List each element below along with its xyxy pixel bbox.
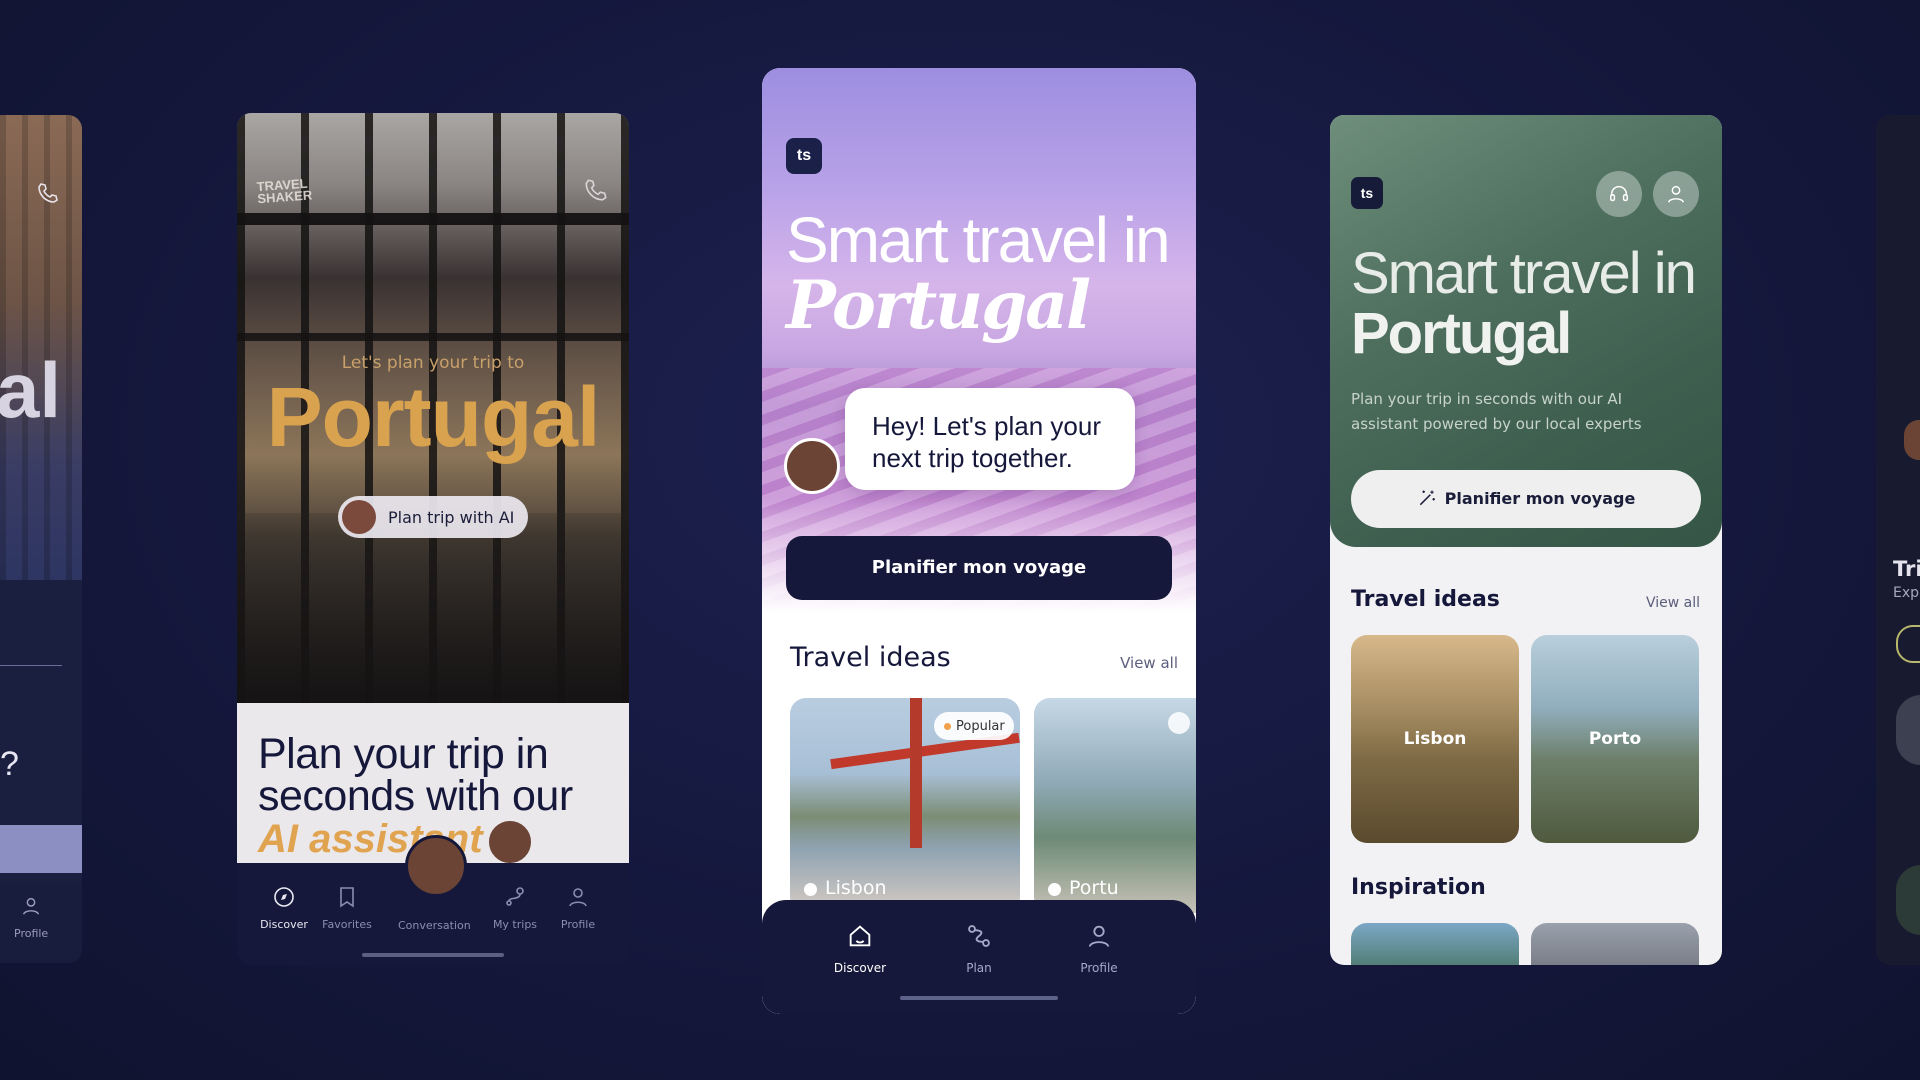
plan-voyage-button[interactable]: Planifier mon voyage bbox=[1351, 470, 1701, 528]
hero-title-line1: Smart travel in bbox=[1351, 241, 1697, 306]
idea-label: Lisbon bbox=[1403, 729, 1467, 749]
nav-label: Plan bbox=[966, 961, 992, 975]
nav-label: Profile bbox=[560, 918, 596, 931]
profile-button[interactable] bbox=[1653, 171, 1699, 217]
magic-wand-icon bbox=[1419, 490, 1435, 506]
avatar bbox=[784, 438, 840, 494]
compass-icon bbox=[274, 887, 294, 907]
bottom-nav: Discover Favorites Conversation My trips… bbox=[237, 835, 629, 965]
plan-trip-label: Plan trip with AI bbox=[388, 508, 515, 527]
nav-favorites[interactable]: Favorites bbox=[312, 885, 382, 931]
bookmark-icon bbox=[340, 887, 354, 908]
avatar bbox=[1904, 420, 1920, 460]
idea-card-lisbon[interactable]: Lisbon bbox=[1351, 635, 1519, 843]
route-icon bbox=[968, 925, 990, 947]
inspiration-title: Inspiration bbox=[1351, 875, 1486, 900]
nav-label: Conversation bbox=[398, 919, 471, 932]
floor-shadow bbox=[237, 513, 629, 703]
phone-right-partial: Tri Exp bbox=[1876, 115, 1920, 965]
hero-title-line2: Portugal bbox=[786, 266, 1091, 344]
section-title: Travel ideas bbox=[1351, 587, 1500, 612]
image-band bbox=[0, 825, 82, 873]
title-fragment: Tri bbox=[1893, 557, 1920, 581]
home-icon bbox=[849, 925, 871, 947]
chat-bubble: Hey! Let's plan your next trip together. bbox=[845, 388, 1135, 490]
nav-profile-label: Profile bbox=[14, 927, 49, 940]
hero-title-line1: Smart travel in bbox=[786, 204, 1171, 276]
nav-label: Discover bbox=[260, 918, 308, 931]
image-card bbox=[1896, 695, 1920, 765]
avatar bbox=[487, 819, 533, 865]
phone-left-partial: al ? Profile bbox=[0, 115, 82, 963]
idea-label: Lisbon bbox=[804, 877, 887, 899]
nav-label: Favorites bbox=[322, 918, 372, 931]
nav-label: Profile bbox=[1080, 961, 1118, 975]
badge-dot-icon bbox=[1168, 712, 1190, 734]
nav-conversation[interactable]: Conversation bbox=[398, 915, 471, 932]
image-card bbox=[1896, 865, 1920, 935]
route-icon bbox=[506, 887, 524, 906]
idea-label: Porto bbox=[1588, 729, 1642, 749]
support-button[interactable] bbox=[1596, 171, 1642, 217]
plan-voyage-button[interactable]: Planifier mon voyage bbox=[786, 536, 1172, 600]
phone-lavender-portugal: ts Smart travel in Portugal Hey! Let's p… bbox=[762, 68, 1196, 1014]
idea-card-lisbon[interactable]: Popular Lisbon bbox=[790, 698, 1020, 913]
app-logo: ts bbox=[786, 138, 822, 174]
phone-green-portugal: ts Smart travel in Portugal Plan your tr… bbox=[1330, 115, 1722, 965]
nav-discover[interactable]: Discover bbox=[820, 922, 900, 975]
idea-card-porto[interactable]: Portu bbox=[1034, 698, 1196, 913]
idea-card-porto[interactable]: Porto bbox=[1531, 635, 1699, 843]
phone-icon[interactable] bbox=[36, 181, 60, 205]
pin-dot-icon bbox=[804, 883, 817, 896]
nav-profile[interactable]: Profile bbox=[1059, 922, 1139, 975]
chat-bubble-text: Hey! Let's plan your next trip together. bbox=[872, 411, 1101, 473]
subtitle-fragment: Exp bbox=[1893, 585, 1920, 601]
view-all-link[interactable]: View all bbox=[1120, 654, 1178, 672]
pin-dot-icon bbox=[1048, 883, 1061, 896]
plan-voyage-label: Planifier mon voyage bbox=[1444, 489, 1636, 508]
home-indicator bbox=[900, 996, 1058, 1000]
title-fragment: al bbox=[0, 346, 62, 434]
idea-label-text: Lisbon bbox=[825, 877, 887, 899]
inspiration-card[interactable] bbox=[1531, 923, 1699, 965]
hero-subtitle: Plan your trip in seconds with our AI as… bbox=[1351, 390, 1642, 433]
idea-label: Portu bbox=[1048, 877, 1119, 899]
nav-label: Discover bbox=[833, 961, 887, 975]
profile-icon[interactable] bbox=[20, 895, 42, 917]
nav-my-trips[interactable]: My trips bbox=[480, 885, 550, 931]
phone-dark-portugal: TRAVEL SHAKER Let's plan your trip to Po… bbox=[237, 113, 629, 965]
phone-icon[interactable] bbox=[583, 177, 609, 203]
bottom-nav: Profile bbox=[0, 883, 82, 963]
badge-label: Popular bbox=[956, 719, 1005, 734]
question-fragment: ? bbox=[0, 745, 19, 783]
popular-badge: Popular bbox=[934, 712, 1014, 740]
nav-profile[interactable]: Profile bbox=[543, 885, 613, 931]
hero-title-line2: Portugal bbox=[1351, 301, 1572, 366]
headline: Plan your trip in seconds with our bbox=[258, 730, 573, 820]
divider bbox=[0, 665, 62, 666]
app-logo: ts bbox=[1351, 177, 1383, 209]
dot-icon bbox=[944, 723, 951, 730]
page-title: Portugal bbox=[266, 370, 601, 464]
app-logo: TRAVEL SHAKER bbox=[256, 175, 313, 207]
home-indicator bbox=[362, 953, 504, 957]
avatar bbox=[342, 500, 376, 534]
bottom-nav: Discover Plan Profile bbox=[762, 900, 1196, 1014]
profile-icon bbox=[1667, 185, 1685, 203]
nav-label: My trips bbox=[492, 918, 538, 931]
outline-button[interactable] bbox=[1896, 625, 1920, 663]
plan-trip-button[interactable]: Plan trip with AI bbox=[338, 496, 528, 538]
section-title: Travel ideas bbox=[790, 642, 951, 673]
headset-icon bbox=[1610, 186, 1628, 202]
profile-icon bbox=[569, 888, 587, 907]
nav-plan[interactable]: Plan bbox=[939, 922, 1019, 975]
profile-icon bbox=[1088, 925, 1110, 947]
inspiration-card[interactable] bbox=[1351, 923, 1519, 965]
conversation-avatar[interactable] bbox=[405, 835, 467, 897]
view-all-link[interactable]: View all bbox=[1646, 595, 1700, 611]
nav-discover[interactable]: Discover bbox=[249, 885, 319, 931]
idea-label-text: Portu bbox=[1069, 877, 1119, 899]
